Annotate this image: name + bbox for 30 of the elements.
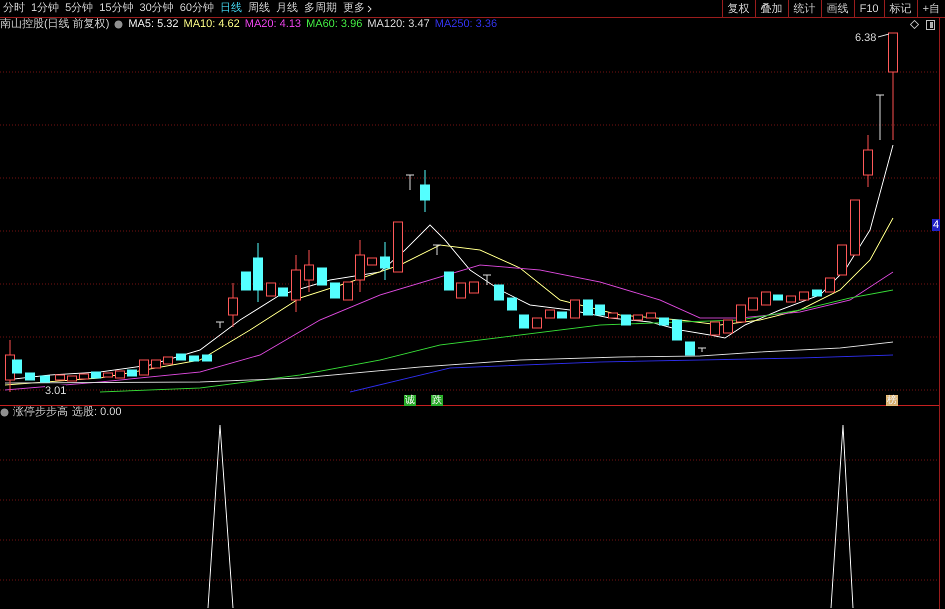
ma-legend-value: MA250: 3.36 — [434, 18, 498, 31]
signal-label: 诚 — [404, 395, 416, 406]
timeframe-tab[interactable]: 60分钟 — [176, 0, 217, 17]
ma-legend-value: MA10: 4.62 — [184, 18, 240, 31]
chevron-icon — [367, 4, 372, 12]
axis-label: 4 — [932, 219, 940, 231]
high-price-label: 6.38 — [855, 32, 876, 44]
indicator-name: 涨停步步高 — [13, 406, 68, 419]
stock-title: 南山控股(日线 前复权) — [0, 18, 110, 31]
timeframe-tab[interactable]: 月线 — [273, 0, 301, 17]
timeframe-tab[interactable]: 更多 — [340, 0, 375, 17]
ma-legend-value: MA5: 5.32 — [128, 18, 179, 31]
panel-icon[interactable] — [926, 20, 935, 30]
timeframe-tab[interactable]: 日线 — [217, 0, 245, 17]
ma-legend-value: MA60: 3.96 — [306, 18, 362, 31]
timeframe-tab[interactable]: 1分钟 — [28, 0, 62, 17]
signal-label: 榜 — [886, 395, 898, 406]
indicator-reading: 选股: 0.00 — [72, 406, 122, 419]
diamond-icon[interactable] — [910, 20, 919, 29]
ma-legend-value: MA20: 4.13 — [244, 18, 302, 31]
timeframe-tab[interactable]: 30分钟 — [136, 0, 177, 17]
ma-legend-value: MA120: 3.47 — [367, 18, 430, 31]
timeframe-tab[interactable]: 5分钟 — [62, 0, 96, 17]
timeframe-tab[interactable]: 15分钟 — [96, 0, 136, 17]
timeframe-tab[interactable]: 周线 — [245, 0, 273, 17]
timeframe-tab[interactable]: 分时 — [0, 0, 28, 17]
leader-line — [878, 34, 890, 38]
timeframe-tab[interactable]: 多周期 — [301, 0, 340, 17]
low-price-label: 3.01 — [45, 385, 66, 397]
signal-label: 跌 — [431, 395, 443, 406]
